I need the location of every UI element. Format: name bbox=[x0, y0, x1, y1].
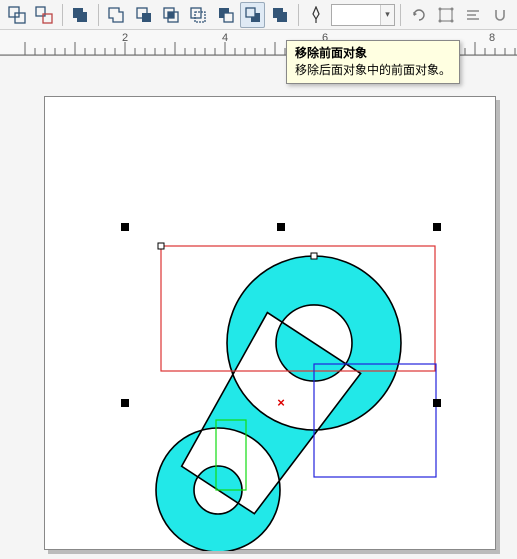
selection-handle[interactable] bbox=[277, 223, 285, 231]
transform-icon[interactable] bbox=[433, 2, 458, 28]
property-toolbar: ▾ bbox=[0, 0, 517, 30]
outline-color-swatch[interactable]: ▾ bbox=[331, 4, 395, 26]
shape-node[interactable] bbox=[158, 243, 164, 249]
separator bbox=[298, 4, 299, 26]
front-minus-back-icon[interactable] bbox=[213, 2, 238, 28]
drawing-svg: × bbox=[45, 97, 497, 551]
rotate-icon[interactable] bbox=[406, 2, 431, 28]
selection-ungrouped-icon[interactable] bbox=[31, 2, 56, 28]
svg-text:4: 4 bbox=[222, 32, 228, 44]
selection-grouped-icon[interactable] bbox=[4, 2, 29, 28]
swatch-color bbox=[332, 5, 380, 25]
combine-icon[interactable] bbox=[104, 2, 129, 28]
intersect-icon[interactable] bbox=[158, 2, 183, 28]
selection-center-icon: × bbox=[277, 395, 285, 410]
page[interactable]: × bbox=[44, 96, 496, 550]
separator bbox=[98, 4, 99, 26]
create-boundary-icon[interactable] bbox=[267, 2, 292, 28]
selection-handle[interactable] bbox=[121, 223, 129, 231]
shape-node[interactable] bbox=[311, 253, 317, 259]
svg-text:8: 8 bbox=[489, 32, 495, 44]
back-minus-front-icon[interactable] bbox=[240, 2, 265, 28]
tooltip-title: 移除前面对象 bbox=[295, 45, 451, 62]
selection-handle[interactable] bbox=[121, 399, 129, 407]
tooltip-description: 移除后面对象中的前面对象。 bbox=[295, 62, 451, 79]
separator bbox=[62, 4, 63, 26]
snap-icon[interactable] bbox=[488, 2, 513, 28]
svg-text:2: 2 bbox=[122, 32, 128, 44]
tooltip: 移除前面对象 移除后面对象中的前面对象。 bbox=[286, 40, 460, 84]
canvas-area[interactable]: × bbox=[44, 96, 496, 550]
separator bbox=[400, 4, 401, 26]
weld-icon[interactable] bbox=[68, 2, 93, 28]
trim-icon[interactable] bbox=[131, 2, 156, 28]
selection-handle[interactable] bbox=[433, 223, 441, 231]
pen-icon[interactable] bbox=[304, 2, 329, 28]
selection-handle[interactable] bbox=[433, 399, 441, 407]
chevron-down-icon[interactable]: ▾ bbox=[380, 5, 394, 25]
align-icon[interactable] bbox=[461, 2, 486, 28]
simplify-icon[interactable] bbox=[186, 2, 211, 28]
